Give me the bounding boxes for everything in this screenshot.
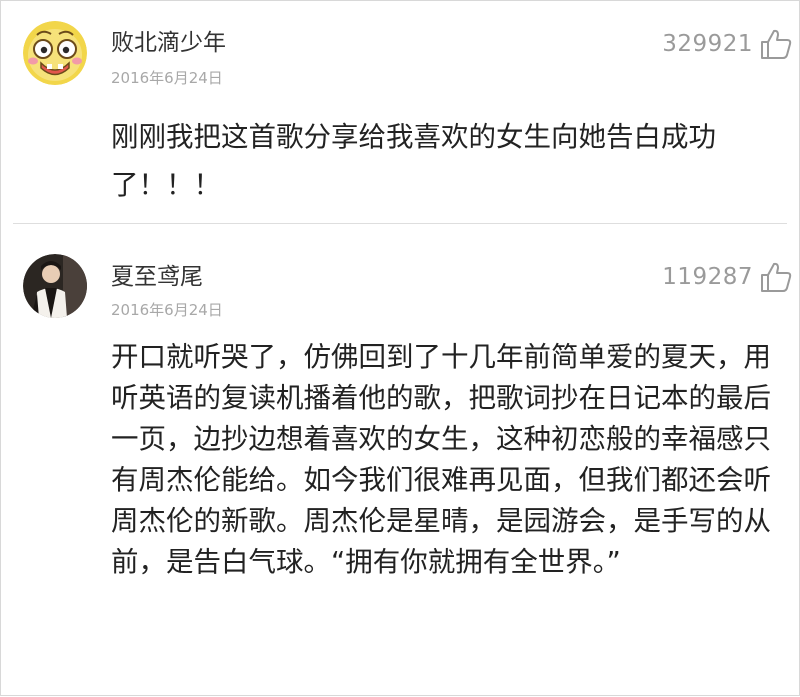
comment-text: 刚刚我把这首歌分享给我喜欢的女生向她告白成功了！！！: [111, 121, 716, 201]
comment-list: 败北滴少年 2016年6月24日 329921 刚刚我把这首歌分享给我喜欢的女生…: [0, 0, 800, 696]
thumbs-up-icon: [761, 29, 792, 59]
username[interactable]: 夏至鸢尾: [111, 257, 203, 291]
comment-date: 2016年6月24日: [111, 69, 223, 87]
comment-text: 开口就听哭了，仿佛回到了十几年前简单爱的夏天，用听英语的复读机播着他的歌，把歌词…: [111, 341, 771, 578]
comment-item: 败北滴少年 2016年6月24日 329921 刚刚我把这首歌分享给我喜欢的女生…: [1, 1, 800, 215]
username[interactable]: 败北滴少年: [111, 23, 226, 57]
comment-date: 2016年6月24日: [111, 301, 223, 319]
divider: [13, 223, 787, 224]
cartoon-face-avatar[interactable]: [23, 21, 87, 85]
like-count: 119287: [662, 264, 753, 290]
person-photo-icon: [23, 254, 87, 318]
thumbs-up-icon: [761, 262, 792, 292]
photo-avatar[interactable]: [23, 254, 87, 318]
comment-item: 夏至鸢尾 2016年6月24日 119287 开口就听哭了，仿佛回到了十几年前简…: [1, 233, 800, 697]
like-count: 329921: [662, 31, 753, 57]
like-button[interactable]: 119287: [662, 260, 793, 294]
cartoon-face-icon: [23, 21, 87, 85]
like-button[interactable]: 329921: [662, 27, 793, 61]
